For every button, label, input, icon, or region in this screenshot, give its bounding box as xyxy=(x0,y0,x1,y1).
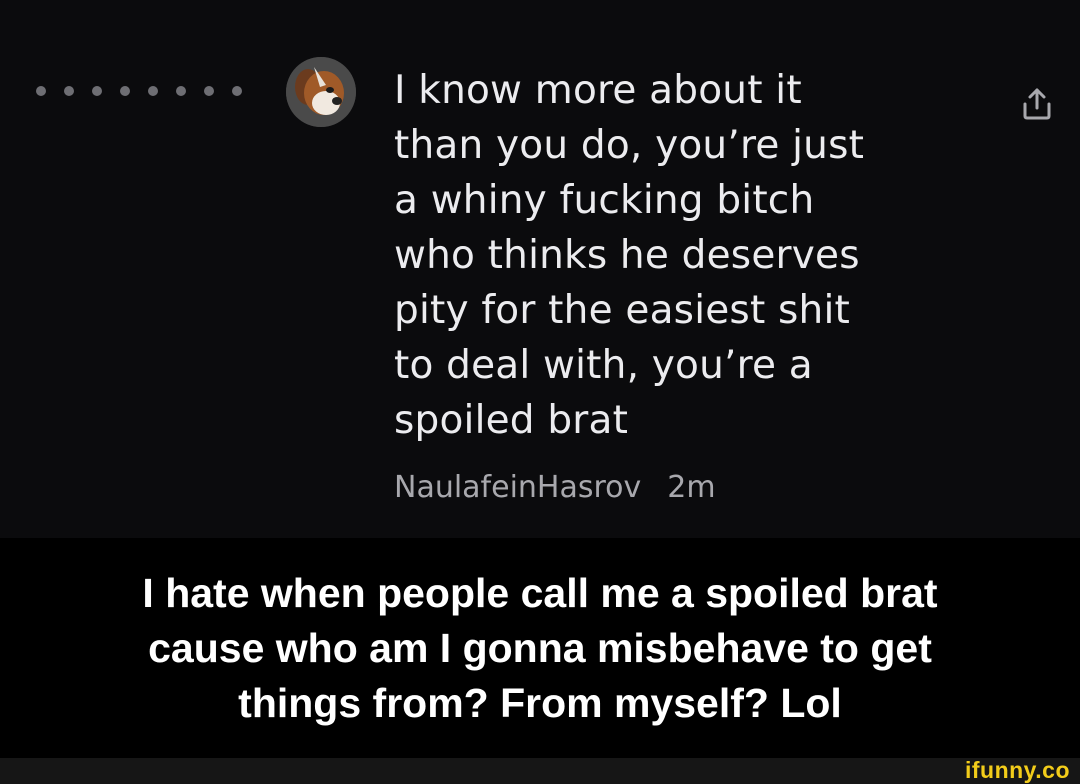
dot xyxy=(148,86,158,96)
comment-line: pity for the easiest shit xyxy=(394,288,850,333)
comment-panel: I know more about it than you do, you’re… xyxy=(0,0,1080,538)
dog-avatar-icon[interactable] xyxy=(286,57,356,127)
comment-body: I know more about it than you do, you’re… xyxy=(394,63,954,448)
comment-line: a whiny fucking bitch xyxy=(394,178,815,223)
timestamp: 2m xyxy=(667,470,716,505)
ifunny-watermark: ifunny.co xyxy=(964,757,1070,783)
comment-line: than you do, you’re just xyxy=(394,123,865,168)
comment-line: I know more about it xyxy=(394,68,802,113)
footer-bar xyxy=(0,758,1080,784)
dot xyxy=(176,86,186,96)
comment-meta: NaulafeinHasrov 2m xyxy=(394,470,716,505)
dot xyxy=(120,86,130,96)
dot xyxy=(64,86,74,96)
caption-line: I hate when people call me a spoiled bra… xyxy=(142,570,938,616)
meme-caption: I hate when people call me a spoiled bra… xyxy=(0,566,1080,731)
comment-line: to deal with, you’re a xyxy=(394,343,813,388)
comment-line: spoiled brat xyxy=(394,398,629,443)
dot xyxy=(232,86,242,96)
caption-line: things from? From myself? Lol xyxy=(238,680,842,726)
thread-dots-icon xyxy=(36,86,242,96)
caption-line: cause who am I gonna misbehave to get xyxy=(148,625,932,671)
dot xyxy=(204,86,214,96)
comment-line: who thinks he deserves xyxy=(394,233,860,278)
dot xyxy=(92,86,102,96)
username[interactable]: NaulafeinHasrov xyxy=(394,470,641,505)
share-icon[interactable] xyxy=(1017,84,1057,124)
dot xyxy=(36,86,46,96)
